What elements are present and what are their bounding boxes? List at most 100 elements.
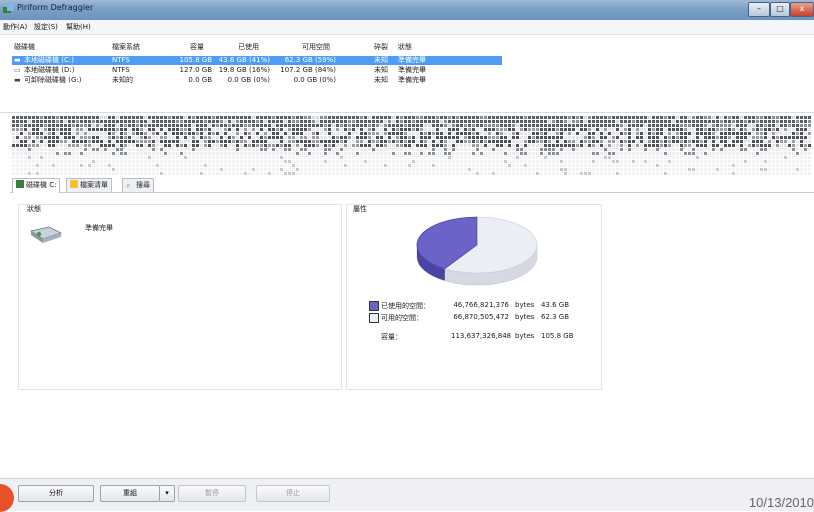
analyze-button[interactable]: 分析 xyxy=(18,485,94,502)
map-block xyxy=(140,156,143,159)
defrag-button[interactable]: 重組 xyxy=(100,485,160,502)
map-block xyxy=(480,116,483,119)
map-block xyxy=(208,164,211,167)
map-block xyxy=(524,152,527,155)
drive-row[interactable]: ▬ 可卸除磁碟機 (G:) 未知的 0.0 GB 0.0 GB (0%) 0.0… xyxy=(12,76,502,85)
map-block xyxy=(652,160,655,163)
map-block xyxy=(636,128,639,131)
defrag-dropdown-button[interactable]: ▾ xyxy=(159,485,175,502)
map-block xyxy=(56,168,59,171)
map-block xyxy=(676,148,679,151)
map-block xyxy=(372,120,375,123)
map-block xyxy=(440,160,443,163)
map-block xyxy=(312,164,315,167)
map-block xyxy=(200,172,203,175)
maximize-button[interactable]: □ xyxy=(770,2,790,17)
minimize-button[interactable]: – xyxy=(748,2,770,17)
col-fragmentation[interactable]: 碎裂 xyxy=(374,42,388,52)
map-block xyxy=(160,172,163,175)
map-block xyxy=(308,128,311,131)
map-block xyxy=(232,132,235,135)
map-block xyxy=(184,172,187,175)
map-block xyxy=(756,160,759,163)
col-capacity[interactable]: 容量 xyxy=(190,42,204,52)
map-block xyxy=(512,116,515,119)
map-block xyxy=(192,148,195,151)
drive-row[interactable]: ▭ 本地磁碟機 (D:) NTFS 127.0 GB 19.8 GB (16%)… xyxy=(12,66,502,75)
search-icon: ⌕ xyxy=(126,181,131,190)
map-block xyxy=(472,132,475,135)
col-free[interactable]: 可用空間 xyxy=(302,42,330,52)
col-status[interactable]: 狀態 xyxy=(398,42,412,52)
map-block xyxy=(272,168,275,171)
map-block xyxy=(124,140,127,143)
stop-button[interactable]: 停止 xyxy=(256,485,330,502)
close-button[interactable]: x xyxy=(790,2,814,17)
map-block xyxy=(572,156,575,159)
map-block xyxy=(136,144,139,147)
map-block xyxy=(552,168,555,171)
map-block xyxy=(660,140,663,143)
map-block xyxy=(48,168,51,171)
map-block xyxy=(288,120,291,123)
map-block xyxy=(560,116,563,119)
map-block xyxy=(760,156,763,159)
tab-search[interactable]: ⌕ 搜尋 xyxy=(122,178,154,192)
pause-button[interactable]: 暫停 xyxy=(178,485,246,502)
map-block xyxy=(172,144,175,147)
map-block xyxy=(356,124,359,127)
map-block xyxy=(44,168,47,171)
map-block xyxy=(316,116,319,119)
map-block xyxy=(12,172,15,175)
defraggler-app-icon xyxy=(3,4,14,13)
map-block xyxy=(228,136,231,139)
menu-action[interactable]: 動作(A) xyxy=(3,22,27,32)
map-block xyxy=(756,120,759,123)
map-block xyxy=(376,148,379,151)
map-block xyxy=(80,164,83,167)
map-block xyxy=(144,148,147,151)
map-block xyxy=(736,164,739,167)
map-block xyxy=(564,136,567,139)
map-block xyxy=(712,148,715,151)
map-block xyxy=(208,116,211,119)
drive-row[interactable]: ▬ 本地磁碟機 (C:) NTFS 105.8 GB 43.6 GB (41%)… xyxy=(12,56,502,65)
map-block xyxy=(40,124,43,127)
map-block xyxy=(204,124,207,127)
tab-drive-c[interactable]: 磁碟機 C: xyxy=(12,178,61,193)
map-block xyxy=(580,168,583,171)
map-block xyxy=(296,172,299,175)
map-block xyxy=(608,128,611,131)
map-block xyxy=(704,132,707,135)
map-block xyxy=(504,156,507,159)
map-block xyxy=(72,164,75,167)
map-block xyxy=(488,132,491,135)
map-block xyxy=(604,128,607,131)
map-block xyxy=(280,156,283,159)
col-used[interactable]: 已使用 xyxy=(238,42,259,52)
map-block xyxy=(20,168,23,171)
map-block xyxy=(288,168,291,171)
tab-file-list[interactable]: 檔案清單 xyxy=(66,178,112,192)
map-block xyxy=(744,124,747,127)
map-block xyxy=(396,140,399,143)
menu-help[interactable]: 幫助(H) xyxy=(66,22,91,32)
map-block xyxy=(356,132,359,135)
menu-settings[interactable]: 設定(S) xyxy=(34,22,58,32)
col-drive[interactable]: 磁碟機 xyxy=(14,42,35,52)
map-block xyxy=(24,128,27,131)
col-filesystem[interactable]: 檔案系統 xyxy=(112,42,140,52)
map-block xyxy=(84,148,87,151)
map-block xyxy=(548,124,551,127)
map-block xyxy=(564,120,567,123)
map-block xyxy=(132,140,135,143)
map-block xyxy=(780,156,783,159)
map-block xyxy=(500,128,503,131)
map-block xyxy=(668,116,671,119)
map-block xyxy=(800,172,803,175)
map-block xyxy=(344,116,347,119)
map-block xyxy=(544,116,547,119)
map-block xyxy=(748,152,751,155)
map-block xyxy=(728,140,731,143)
map-block xyxy=(604,152,607,155)
